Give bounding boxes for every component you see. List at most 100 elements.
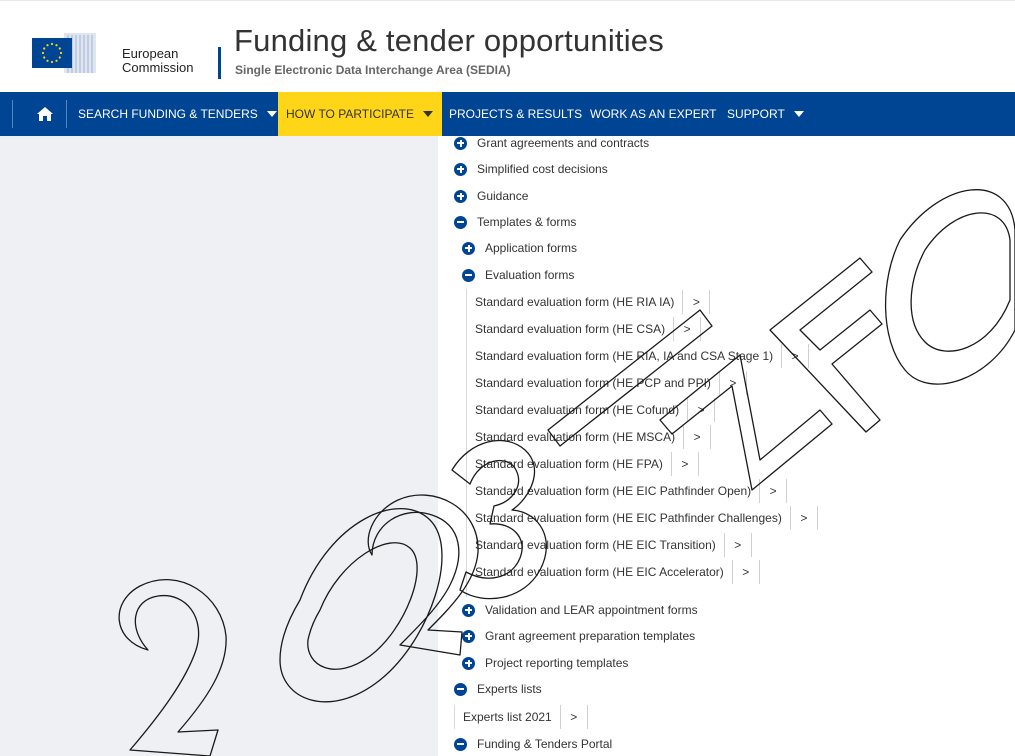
logo-line-2: Commission xyxy=(122,60,194,75)
doc-item-label[interactable]: Standard evaluation form (HE Cofund) xyxy=(475,403,679,417)
tree-item-application-forms[interactable]: Application forms xyxy=(462,237,577,259)
tree-item-simplified-cost[interactable]: Simplified cost decisions xyxy=(454,158,608,180)
chevron-right-icon[interactable]: > xyxy=(683,425,712,449)
expand-plus-icon[interactable] xyxy=(454,189,467,203)
tree-item-experts-lists[interactable]: Experts lists xyxy=(454,678,542,700)
doc-item-experts-list-2021[interactable]: Experts list 2021 > xyxy=(454,705,588,729)
expand-plus-icon[interactable] xyxy=(462,603,475,617)
tree-item-label: Funding & Tenders Portal xyxy=(477,737,613,751)
collapse-minus-icon[interactable] xyxy=(454,215,467,229)
evaluation-doc-item[interactable]: Standard evaluation form (HE RIA, IA and… xyxy=(475,344,810,368)
tree-item-templates-forms[interactable]: Templates & forms xyxy=(454,211,576,233)
nav-divider xyxy=(66,100,67,128)
nav-label: SUPPORT xyxy=(727,107,785,121)
expand-plus-icon[interactable] xyxy=(454,162,467,176)
nav-projects-results[interactable]: PROJECTS & RESULTS xyxy=(449,92,582,136)
tree-item-label: Project reporting templates xyxy=(485,656,629,670)
chevron-right-icon[interactable]: > xyxy=(759,479,788,503)
eu-star-icon xyxy=(59,51,63,55)
chevron-right-icon[interactable]: > xyxy=(781,344,810,368)
tree-item-label: Grant agreement preparation templates xyxy=(485,629,696,643)
collapse-minus-icon[interactable] xyxy=(454,682,467,696)
tree-item-label: Application forms xyxy=(485,241,578,255)
tree-item-ft-portal[interactable]: Funding & Tenders Portal xyxy=(454,733,612,755)
chevron-right-icon[interactable]: > xyxy=(682,290,711,314)
eu-star-icon xyxy=(43,56,46,59)
collapse-minus-icon[interactable] xyxy=(462,268,475,282)
tree-item-evaluation-forms[interactable]: Evaluation forms xyxy=(462,264,574,286)
tree-item-label: Grant agreements and contracts xyxy=(477,136,650,150)
european-commission-logo[interactable]: European Commission xyxy=(18,23,213,81)
expand-plus-icon[interactable] xyxy=(462,241,475,255)
tree-item-validation-lear[interactable]: Validation and LEAR appointment forms xyxy=(462,599,698,621)
tree-item-project-reporting[interactable]: Project reporting templates xyxy=(462,652,628,674)
doc-item-label[interactable]: Standard evaluation form (HE PCP and PPI… xyxy=(475,376,711,390)
evaluation-doc-item[interactable]: Standard evaluation form (HE EIC Pathfin… xyxy=(475,506,818,530)
tree-item-guidance[interactable]: Guidance xyxy=(454,185,528,207)
nav-divider xyxy=(12,100,13,128)
eu-star-icon xyxy=(50,42,54,46)
nav-search-funding-tenders[interactable]: SEARCH FUNDING & TENDERS xyxy=(78,92,277,136)
title-separator xyxy=(218,47,221,79)
doc-item-label[interactable]: Experts list 2021 xyxy=(463,710,552,724)
evaluation-doc-item[interactable]: Standard evaluation form (HE RIA IA) > xyxy=(475,290,711,314)
nav-support[interactable]: SUPPORT xyxy=(727,92,804,136)
page-subtitle: Single Electronic Data Interchange Area … xyxy=(235,63,511,77)
doc-item-label[interactable]: Standard evaluation form (HE CSA) xyxy=(475,322,665,336)
chevron-right-icon[interactable]: > xyxy=(673,317,702,341)
doc-item-label[interactable]: Standard evaluation form (HE EIC Acceler… xyxy=(475,565,724,579)
tree-item-label: Simplified cost decisions xyxy=(477,162,608,176)
expand-plus-icon[interactable] xyxy=(454,136,467,150)
tree-item-grant-agreements[interactable]: Grant agreements and contracts xyxy=(454,132,649,154)
nav-label: PROJECTS & RESULTS xyxy=(449,107,583,121)
expand-plus-icon[interactable] xyxy=(462,656,475,670)
logo-line-1: European xyxy=(122,46,179,61)
evaluation-doc-item[interactable]: Standard evaluation form (HE EIC Transit… xyxy=(475,533,752,557)
evaluation-doc-item[interactable]: Standard evaluation form (HE FPA) > xyxy=(475,452,699,476)
chevron-right-icon[interactable]: > xyxy=(559,705,588,729)
doc-item-label[interactable]: Standard evaluation form (HE FPA) xyxy=(475,457,663,471)
nav-label: HOW TO PARTICIPATE xyxy=(286,107,415,121)
doc-item-label[interactable]: Standard evaluation form (HE EIC Pathfin… xyxy=(475,511,782,525)
page-title: Funding & tender opportunities xyxy=(234,23,664,58)
doc-item-label[interactable]: Standard evaluation form (HE RIA IA) xyxy=(475,295,674,309)
ec-logo-text: European Commission xyxy=(122,47,194,75)
eu-flag-icon xyxy=(32,33,96,73)
doc-item-label[interactable]: Standard evaluation form (HE RIA, IA and… xyxy=(475,349,773,363)
doc-item-label[interactable]: Standard evaluation form (HE EIC Pathfin… xyxy=(475,484,751,498)
chevron-right-icon[interactable]: > xyxy=(731,560,760,584)
chevron-right-icon[interactable]: > xyxy=(718,371,747,395)
chevron-right-icon[interactable]: > xyxy=(723,533,752,557)
chevron-right-icon[interactable]: > xyxy=(789,506,818,530)
evaluation-doc-item[interactable]: Standard evaluation form (HE EIC Pathfin… xyxy=(475,479,788,503)
nav-work-as-expert[interactable]: WORK AS AN EXPERT xyxy=(590,92,716,136)
eu-star-icon xyxy=(50,60,54,64)
caret-down-icon xyxy=(793,111,804,117)
nav-label: SEARCH FUNDING & TENDERS xyxy=(78,107,258,121)
evaluation-doc-item[interactable]: Standard evaluation form (HE PCP and PPI… xyxy=(475,371,747,395)
tree-item-grant-prep[interactable]: Grant agreement preparation templates xyxy=(462,625,695,647)
evaluation-doc-item[interactable]: Standard evaluation form (HE CSA) > xyxy=(475,317,702,341)
collapse-minus-icon[interactable] xyxy=(454,737,467,751)
chevron-right-icon[interactable]: > xyxy=(687,398,716,422)
evaluation-doc-item[interactable]: Standard evaluation form (HE Cofund) > xyxy=(475,398,716,422)
eu-star-icon xyxy=(55,44,58,47)
site-header: European Commission Funding & tender opp… xyxy=(0,0,1015,92)
doc-item-label[interactable]: Standard evaluation form (HE MSCA) xyxy=(475,430,675,444)
main-navigation: SEARCH FUNDING & TENDERS HOW TO PARTICIP… xyxy=(0,92,1015,136)
caret-down-icon xyxy=(266,111,277,117)
tree-item-label: Evaluation forms xyxy=(485,268,575,282)
left-sidebar-panel xyxy=(0,136,438,756)
evaluation-doc-item[interactable]: Standard evaluation form (HE MSCA) > xyxy=(475,425,712,449)
evaluation-doc-item[interactable]: Standard evaluation form (HE EIC Acceler… xyxy=(475,560,760,584)
nav-how-to-participate[interactable]: HOW TO PARTICIPATE xyxy=(278,92,442,136)
tree-item-label: Templates & forms xyxy=(477,215,577,229)
tree-item-label: Validation and LEAR appointment forms xyxy=(485,603,698,617)
nav-label: WORK AS AN EXPERT xyxy=(590,107,717,121)
chevron-right-icon[interactable]: > xyxy=(670,452,699,476)
eu-star-icon xyxy=(55,59,58,62)
doc-item-label[interactable]: Standard evaluation form (HE EIC Transit… xyxy=(475,538,716,552)
eu-star-icon xyxy=(43,47,46,50)
expand-plus-icon[interactable] xyxy=(462,629,475,643)
home-button[interactable] xyxy=(28,92,62,136)
